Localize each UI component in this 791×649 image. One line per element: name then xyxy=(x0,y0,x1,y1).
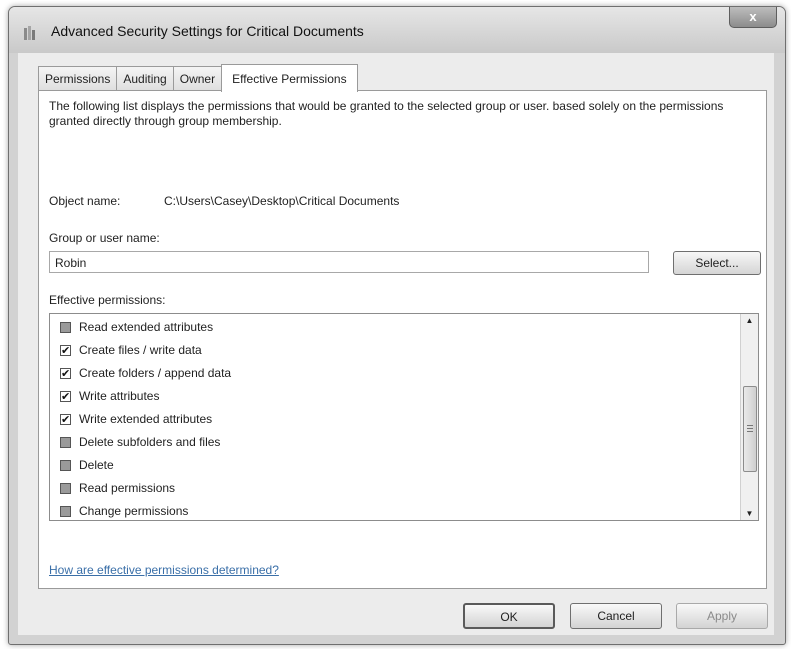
list-item: Delete xyxy=(60,456,114,474)
select-button[interactable]: Select... xyxy=(673,251,761,275)
object-name-label: Object name: xyxy=(49,194,121,208)
tab-permissions[interactable]: Permissions xyxy=(38,66,118,91)
permission-label: Write attributes xyxy=(79,389,160,403)
list-item: Change permissions xyxy=(60,502,188,520)
checkbox-checked-icon xyxy=(60,342,71,360)
effective-permissions-list[interactable]: Read extended attributes Create files / … xyxy=(49,313,759,521)
grip-line xyxy=(747,428,753,429)
vertical-scrollbar[interactable]: ▲ ▼ xyxy=(740,314,758,520)
permission-label: Delete subfolders and files xyxy=(79,435,221,449)
checkbox-checked-icon xyxy=(60,388,71,406)
permission-label: Delete xyxy=(79,458,114,472)
ok-button[interactable]: OK xyxy=(463,603,555,629)
permission-label: Write extended attributes xyxy=(79,412,213,426)
checkbox-unchecked-icon xyxy=(60,505,71,517)
apply-button[interactable]: Apply xyxy=(676,603,768,629)
list-item: Create files / write data xyxy=(60,341,202,360)
list-item: Write attributes xyxy=(60,387,160,406)
group-or-user-field[interactable]: Robin xyxy=(49,251,649,273)
close-icon: x xyxy=(749,9,757,24)
permission-label: Create folders / append data xyxy=(79,366,232,380)
cancel-button[interactable]: Cancel xyxy=(570,603,662,629)
title-bar[interactable]: Advanced Security Settings for Critical … xyxy=(9,7,785,53)
list-item: Write extended attributes xyxy=(60,410,213,429)
effective-permissions-panel: The following list displays the permissi… xyxy=(38,90,767,589)
object-name-value: C:\Users\Casey\Desktop\Critical Document… xyxy=(164,194,400,208)
permission-label: Read extended attributes xyxy=(79,320,214,334)
tab-auditing[interactable]: Auditing xyxy=(116,66,174,91)
permission-label: Change permissions xyxy=(79,504,189,518)
checkbox-checked-icon xyxy=(60,365,71,383)
permission-label: Read permissions xyxy=(79,481,176,495)
list-item: Create folders / append data xyxy=(60,364,232,383)
effective-permissions-help-link[interactable]: How are effective permissions determined… xyxy=(49,563,279,577)
effective-permissions-label: Effective permissions: xyxy=(49,293,166,307)
security-settings-window: Advanced Security Settings for Critical … xyxy=(8,6,786,645)
list-item: Delete subfolders and files xyxy=(60,433,220,451)
checkbox-unchecked-icon xyxy=(60,482,71,494)
close-button[interactable]: x xyxy=(729,7,777,28)
tab-effective-permissions[interactable]: Effective Permissions xyxy=(221,64,358,92)
dialog-client-area: Permissions Auditing Owner Effective Per… xyxy=(18,53,774,635)
scroll-down-arrow-icon[interactable]: ▼ xyxy=(741,509,758,518)
checkbox-unchecked-icon xyxy=(60,321,71,333)
checkbox-unchecked-icon xyxy=(60,459,71,471)
window-title: Advanced Security Settings for Critical … xyxy=(51,23,364,39)
grip-line xyxy=(747,425,753,426)
permission-label: Create files / write data xyxy=(79,343,202,357)
scroll-up-arrow-icon[interactable]: ▲ xyxy=(741,316,758,325)
tab-owner[interactable]: Owner xyxy=(172,66,223,91)
description-text: The following list displays the permissi… xyxy=(49,99,724,128)
checkbox-checked-icon xyxy=(60,411,71,429)
scroll-thumb[interactable] xyxy=(743,386,757,472)
folder-lock-icon xyxy=(24,26,35,40)
tab-strip: Permissions Auditing Owner Effective Per… xyxy=(38,61,358,92)
list-item: Read permissions xyxy=(60,479,175,497)
group-or-user-label: Group or user name: xyxy=(49,231,160,245)
checkbox-unchecked-icon xyxy=(60,436,71,448)
grip-line xyxy=(747,431,753,432)
list-item: Read extended attributes xyxy=(60,318,213,336)
